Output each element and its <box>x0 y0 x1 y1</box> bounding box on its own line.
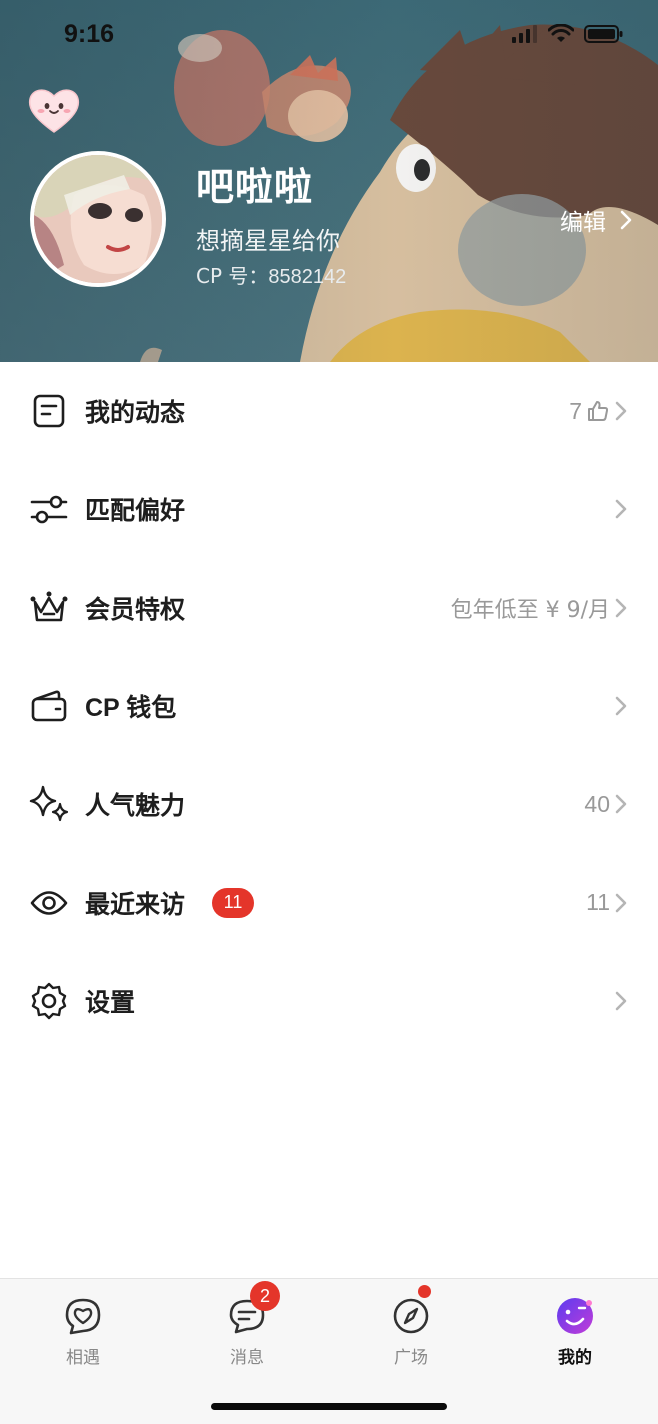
menu-item-popularity[interactable]: 人气魅力 40 <box>0 755 658 853</box>
sparkle-icon <box>29 786 69 822</box>
menu-list: 我的动态 7 匹配偏好 会员特权 包年低至 ¥ 9/月 CP 钱包 人气魅力 4… <box>0 362 658 1050</box>
chevron-right-icon <box>615 598 627 618</box>
square-notification-dot <box>418 1285 431 1298</box>
tab-meet[interactable]: 相遇 <box>28 1295 138 1368</box>
wallet-icon <box>31 690 67 722</box>
battery-icon <box>584 25 623 43</box>
chevron-right-icon <box>615 401 627 421</box>
heart-chat-icon <box>65 1298 101 1335</box>
menu-item-label: CP 钱包 <box>85 694 177 723</box>
sliders-icon <box>30 496 68 524</box>
cellular-signal-icon <box>512 25 537 43</box>
chevron-right-icon <box>620 210 632 230</box>
gear-icon <box>31 982 67 1020</box>
edit-profile-button[interactable]: 编辑 <box>560 203 632 237</box>
tab-label: 我的 <box>558 1348 592 1368</box>
post-icon <box>33 394 65 428</box>
eye-icon <box>30 890 68 915</box>
menu-item-settings[interactable]: 设置 <box>0 952 658 1050</box>
wifi-icon <box>548 24 574 42</box>
menu-item-label: 最近来访 <box>85 889 186 919</box>
tab-label: 广场 <box>394 1348 428 1368</box>
menu-item-match-preference[interactable]: 匹配偏好 <box>0 460 658 558</box>
menu-item-label: 设置 <box>85 987 136 1017</box>
compass-icon <box>393 1298 429 1334</box>
message-badge: 2 <box>250 1281 280 1311</box>
menu-item-recent-visitors[interactable]: 最近来访 11 11 <box>0 853 658 951</box>
profile-face-icon <box>557 1298 593 1334</box>
likes-count: 7 <box>569 397 582 424</box>
tab-square[interactable]: 广场 <box>356 1285 466 1368</box>
menu-item-label: 会员特权 <box>85 594 186 624</box>
chevron-right-icon <box>615 696 627 716</box>
profile-id-value: 8582142 <box>268 266 347 288</box>
status-icons <box>512 24 624 44</box>
vip-price-text: 包年低至 ¥ 9/月 <box>450 597 610 623</box>
menu-item-vip[interactable]: 会员特权 包年低至 ¥ 9/月 <box>0 559 658 657</box>
heart-mascot-icon[interactable] <box>28 86 80 134</box>
menu-item-my-posts[interactable]: 我的动态 7 <box>0 362 658 460</box>
chevron-right-icon <box>615 893 627 912</box>
visitor-badge: 11 <box>212 887 254 918</box>
profile-header: 9:16 吧啦啦 想摘星星给你 CP 号：8582142 编辑 <box>0 0 658 362</box>
avatar-illustration <box>34 155 162 283</box>
bottom-tab-bar: 相遇 2 消息 广场 我的 <box>0 1278 658 1424</box>
visitor-count: 11 <box>586 889 610 916</box>
edit-label: 编辑 <box>560 210 606 236</box>
chevron-right-icon <box>615 991 627 1011</box>
menu-item-label: 匹配偏好 <box>85 496 186 526</box>
crown-icon <box>30 591 68 622</box>
chevron-right-icon <box>615 500 627 519</box>
avatar[interactable] <box>30 151 166 287</box>
status-bar: 9:16 <box>0 0 658 72</box>
profile-bio: 想摘星星给你 <box>196 227 340 255</box>
chevron-right-icon <box>615 795 627 814</box>
profile-id-label: CP 号： <box>196 264 269 288</box>
home-indicator[interactable] <box>211 1403 447 1410</box>
tab-messages[interactable]: 2 消息 <box>192 1281 302 1368</box>
tab-me[interactable]: 我的 <box>520 1295 630 1368</box>
menu-item-wallet[interactable]: CP 钱包 <box>0 657 658 755</box>
thumbs-up-icon <box>588 401 609 422</box>
status-time: 9:16 <box>64 20 115 48</box>
popularity-value: 40 <box>584 790 610 817</box>
tab-label: 消息 <box>230 1348 264 1368</box>
menu-item-label: 人气魅力 <box>85 791 186 821</box>
profile-name: 吧啦啦 <box>196 165 314 209</box>
tab-label: 相遇 <box>66 1348 100 1368</box>
menu-item-label: 我的动态 <box>85 398 186 428</box>
profile-id: CP 号：8582142 <box>196 260 346 289</box>
